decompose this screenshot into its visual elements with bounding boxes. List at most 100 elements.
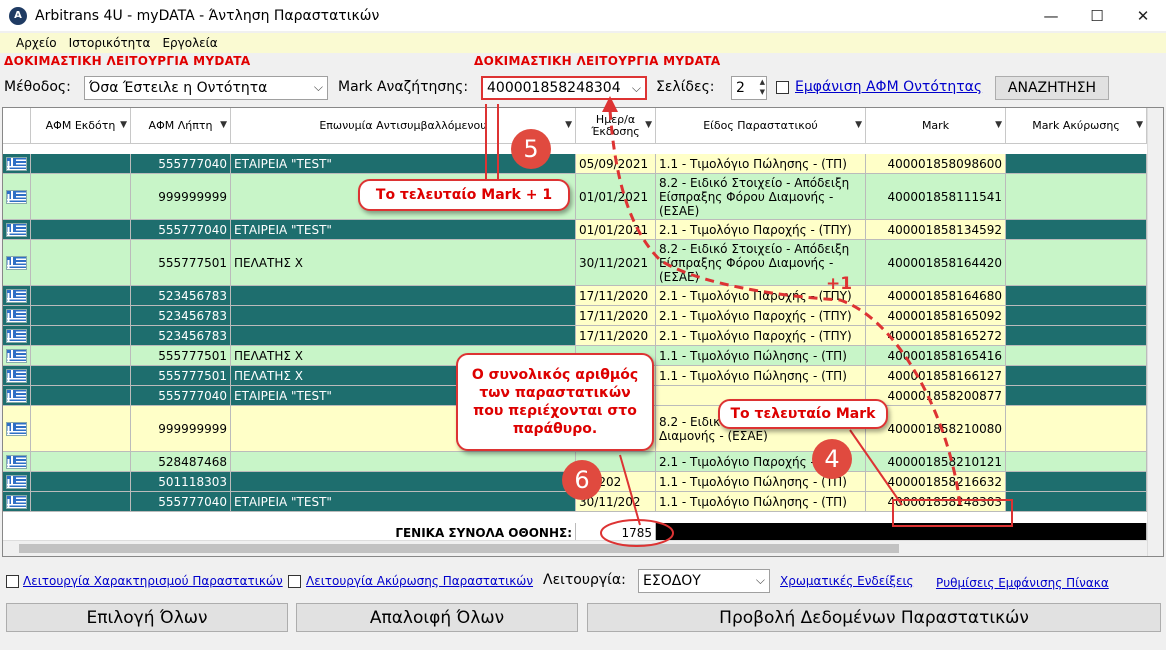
col-header-issuer-afm[interactable]: ΑΦΜ Εκδότη ▼ <box>31 108 131 144</box>
cell-receiver[interactable]: 555777040 <box>131 386 231 406</box>
cell-name[interactable] <box>231 452 576 472</box>
cell-cancel[interactable] <box>1006 346 1147 366</box>
cell-receiver[interactable]: 501118303 <box>131 472 231 492</box>
greek-flag-icon[interactable] <box>3 406 31 452</box>
filter-arrow-icon[interactable]: ▼ <box>855 119 862 131</box>
cell-cancel[interactable] <box>1006 472 1147 492</box>
cell-name[interactable] <box>231 306 576 326</box>
greek-flag-icon[interactable] <box>3 174 31 220</box>
cell-mark[interactable]: 400001858134592 <box>866 220 1006 240</box>
cell-mark[interactable]: 400001858166127 <box>866 366 1006 386</box>
table-row[interactable]: 555777040 ΕΤΑΙΡΕΙΑ "TEST" 05/09/2021 1.1 - … <box>3 154 1147 174</box>
table-row[interactable]: 555777040 ΕΤΑΙΡΕΙΑ "TEST" 01/01/2021 2.1 - … <box>3 220 1147 240</box>
table-row[interactable]: 523456783 17/11/2020 2.1 - Τιμολόγιο Παροχ… <box>3 326 1147 346</box>
cell-mark[interactable]: 400001858248303 <box>866 492 1006 512</box>
table-row[interactable]: 523456783 17/11/2020 2.1 - Τιμολόγιο Παροχ… <box>3 286 1147 306</box>
minimize-icon[interactable]: — <box>1028 0 1074 31</box>
mode-select[interactable]: ΕΣΟΔΟΥ ⌵ <box>638 569 770 593</box>
cell-mark[interactable]: 400001858164420 <box>866 240 1006 286</box>
cell-name[interactable]: ΕΤΑΙΡΕΙΑ "TEST" <box>231 492 576 512</box>
cell-cancel[interactable] <box>1006 220 1147 240</box>
cell-mark[interactable]: 400001858164680 <box>866 286 1006 306</box>
cell-issuer[interactable] <box>31 492 131 512</box>
cell-kind[interactable]: 1.1 - Τιμολόγιο Πώλησης - (ΤΠ) <box>656 492 866 512</box>
table-settings-link[interactable]: Ρυθμίσεις Εμφάνισης Πίνακα <box>936 576 1109 590</box>
cell-name[interactable]: ΕΤΑΙΡΕΙΑ "TEST" <box>231 220 576 240</box>
cell-kind[interactable]: 1.1 - Τιμολόγιο Πώλησης - (ΤΠ) <box>656 154 866 174</box>
characterization-link[interactable]: Λειτουργία Χαρακτηρισμού Παραστατικών <box>23 574 283 588</box>
table-row[interactable]: 999999999 01/01/2021 8.2 - Ειδικό Στοιχείο… <box>3 174 1147 220</box>
view-documents-button[interactable]: Προβολή Δεδομένων Παραστατικών <box>587 603 1161 632</box>
cell-cancel[interactable] <box>1006 174 1147 220</box>
col-header-flag[interactable] <box>3 108 31 144</box>
greek-flag-icon[interactable] <box>3 286 31 306</box>
cell-kind[interactable]: 2.1 - Τιμολόγιο Παροχής - (ΤΠΥ) <box>656 326 866 346</box>
cell-receiver[interactable]: 523456783 <box>131 286 231 306</box>
filter-arrow-icon[interactable]: ▼ <box>995 119 1002 131</box>
cell-mark[interactable]: 400001858165092 <box>866 306 1006 326</box>
cell-name[interactable] <box>231 326 576 346</box>
cell-mark[interactable]: 400001858216632 <box>866 472 1006 492</box>
cell-cancel[interactable] <box>1006 240 1147 286</box>
cell-cancel[interactable] <box>1006 306 1147 326</box>
cancellation-checkbox[interactable] <box>288 575 301 588</box>
cell-issuer[interactable] <box>31 406 131 452</box>
menu-tools[interactable]: Εργολεία <box>162 36 217 50</box>
characterization-checkbox[interactable] <box>6 575 19 588</box>
cell-kind[interactable]: 8.2 - Ειδικό Στοιχείο - Απόδειξη Είσπραξ… <box>656 174 866 220</box>
cell-issuer[interactable] <box>31 366 131 386</box>
cell-issuer[interactable] <box>31 240 131 286</box>
cell-issuer[interactable] <box>31 386 131 406</box>
greek-flag-icon[interactable] <box>3 306 31 326</box>
mark-search-input[interactable]: 400001858248304 ⌵ <box>481 76 647 100</box>
cell-date[interactable]: 17/11/2020 <box>576 286 656 306</box>
filter-arrow-icon[interactable]: ▼ <box>120 119 127 131</box>
filter-arrow-icon[interactable]: ▼ <box>565 119 572 131</box>
greek-flag-icon[interactable] <box>3 452 31 472</box>
scroll-thumb[interactable] <box>19 544 899 553</box>
show-afm-checkbox[interactable] <box>776 81 789 94</box>
filter-arrow-icon[interactable]: ▼ <box>645 119 652 131</box>
cell-cancel[interactable] <box>1006 326 1147 346</box>
cell-kind[interactable]: 2.1 - Τιμολόγιο Παροχής - (ΤΠΥ) <box>656 306 866 326</box>
cell-issuer[interactable] <box>31 154 131 174</box>
close-icon[interactable]: ✕ <box>1120 0 1166 31</box>
cell-date[interactable]: 30/11/2021 <box>576 240 656 286</box>
table-row[interactable]: 555777501 ΠΕΛΑΤΗΣ Χ 30/11/2021 8.2 - Ειδικό… <box>3 240 1147 286</box>
col-header-receiver-afm[interactable]: ΑΦΜ Λήπτη ▼ <box>131 108 231 144</box>
maximize-icon[interactable]: ☐ <box>1074 0 1120 31</box>
cell-date[interactable]: 01/01/2021 <box>576 174 656 220</box>
cell-receiver[interactable]: 555777040 <box>131 220 231 240</box>
pages-stepper[interactable]: 2 ▲ ▼ <box>731 76 767 100</box>
cell-receiver[interactable]: 555777501 <box>131 366 231 386</box>
table-row[interactable]: 523456783 17/11/2020 2.1 - Τιμολόγιο Παροχ… <box>3 306 1147 326</box>
greek-flag-icon[interactable] <box>3 492 31 512</box>
select-all-button[interactable]: Επιλογή Όλων <box>6 603 288 632</box>
horizontal-scrollbar[interactable] <box>3 540 1147 556</box>
cell-mark[interactable]: 400001858165416 <box>866 346 1006 366</box>
cell-kind[interactable]: 1.1 - Τιμολόγιο Πώλησης - (ΤΠ) <box>656 366 866 386</box>
cell-mark[interactable]: 400001858210121 <box>866 452 1006 472</box>
cell-mark[interactable]: 400001858111541 <box>866 174 1006 220</box>
cell-cancel[interactable] <box>1006 386 1147 406</box>
cancellation-link[interactable]: Λειτουργία Ακύρωσης Παραστατικών <box>306 574 533 588</box>
cell-cancel[interactable] <box>1006 286 1147 306</box>
greek-flag-icon[interactable] <box>3 240 31 286</box>
cell-cancel[interactable] <box>1006 154 1147 174</box>
cell-issuer[interactable] <box>31 306 131 326</box>
cell-receiver[interactable]: 555777501 <box>131 240 231 286</box>
cell-cancel[interactable] <box>1006 452 1147 472</box>
col-header-date[interactable]: Ημερ/α Έκδοσης ▼ <box>576 108 656 144</box>
cell-issuer[interactable] <box>31 326 131 346</box>
clear-all-button[interactable]: Απαλοιφή Όλων <box>296 603 578 632</box>
cell-receiver[interactable]: 528487468 <box>131 452 231 472</box>
search-button[interactable]: ΑΝΑΖΗΤΗΣΗ <box>995 76 1109 100</box>
cell-cancel[interactable] <box>1006 366 1147 386</box>
cell-date[interactable]: 01/01/2021 <box>576 220 656 240</box>
method-select[interactable]: Όσα Έστειλε η Οντότητα ⌵ <box>84 76 328 100</box>
cell-kind[interactable]: 2.1 - Τιμολόγιο Παροχής - (ΤΠΥ) <box>656 220 866 240</box>
cell-name[interactable]: ΠΕΛΑΤΗΣ Χ <box>231 240 576 286</box>
cell-date[interactable]: 17/11/2020 <box>576 326 656 346</box>
col-header-doc-type[interactable]: Είδος Παραστατικού ▼ <box>656 108 866 144</box>
greek-flag-icon[interactable] <box>3 326 31 346</box>
